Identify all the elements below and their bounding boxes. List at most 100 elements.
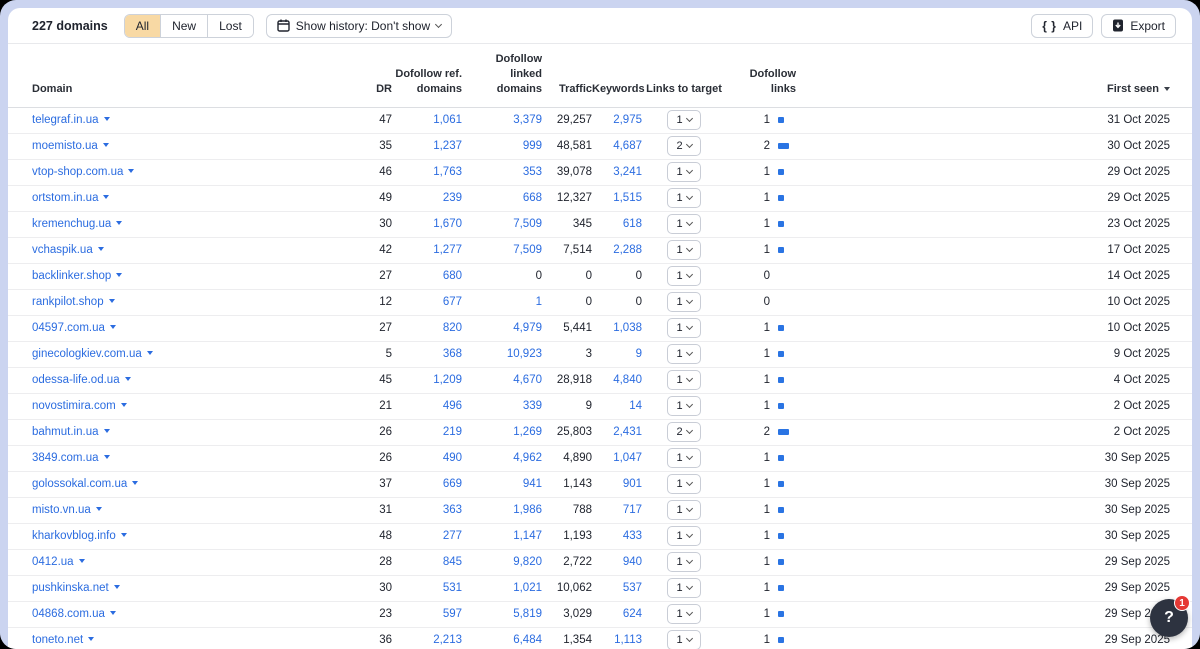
domain-link[interactable]: kharkovblog.info <box>32 530 116 542</box>
links-count-select[interactable]: 1 <box>667 474 701 494</box>
links-count-select[interactable]: 1 <box>667 578 701 598</box>
dofollow-ref-domains-link[interactable]: 669 <box>443 478 462 490</box>
links-count-select[interactable]: 1 <box>667 370 701 390</box>
domain-link[interactable]: 0412.ua <box>32 556 74 568</box>
keywords-link[interactable]: 940 <box>623 556 642 568</box>
domain-caret-icon[interactable] <box>98 247 104 251</box>
dofollow-ref-domains-link[interactable]: 496 <box>443 400 462 412</box>
domain-caret-icon[interactable] <box>109 299 115 303</box>
filter-all-button[interactable]: All <box>125 15 160 37</box>
domain-link[interactable]: kremenchug.ua <box>32 218 111 230</box>
keywords-link[interactable]: 1,113 <box>614 634 642 646</box>
domain-caret-icon[interactable] <box>121 403 127 407</box>
domain-caret-icon[interactable] <box>125 377 131 381</box>
keywords-link[interactable]: 4,687 <box>613 140 642 152</box>
domain-link[interactable]: pushkinska.net <box>32 582 109 594</box>
dofollow-ref-domains-link[interactable]: 597 <box>443 608 462 620</box>
domain-caret-icon[interactable] <box>128 169 134 173</box>
dofollow-ref-domains-link[interactable]: 677 <box>443 296 462 308</box>
links-count-select[interactable]: 1 <box>667 344 701 364</box>
domain-link[interactable]: odessa-life.od.ua <box>32 374 120 386</box>
links-count-select[interactable]: 1 <box>667 266 701 286</box>
keywords-link[interactable]: 1,047 <box>613 452 642 464</box>
domain-link[interactable]: novostimira.com <box>32 400 116 412</box>
dofollow-ref-domains-link[interactable]: 845 <box>443 556 462 568</box>
dofollow-linked-domains-link[interactable]: 1 <box>536 296 542 308</box>
dofollow-linked-domains-link[interactable]: 5,819 <box>513 608 542 620</box>
links-count-select[interactable]: 1 <box>667 292 701 312</box>
dofollow-ref-domains-link[interactable]: 1,763 <box>433 166 462 178</box>
keywords-link[interactable]: 2,288 <box>613 244 642 256</box>
domain-caret-icon[interactable] <box>103 143 109 147</box>
col-header-dofollow-linked-domains[interactable]: Dofollow linked domains <box>462 44 542 107</box>
links-count-select[interactable]: 1 <box>667 500 701 520</box>
dofollow-ref-domains-link[interactable]: 820 <box>443 322 462 334</box>
dofollow-ref-domains-link[interactable]: 1,277 <box>433 244 462 256</box>
keywords-link[interactable]: 717 <box>623 504 642 516</box>
dofollow-ref-domains-link[interactable]: 219 <box>443 426 462 438</box>
filter-lost-button[interactable]: Lost <box>207 15 253 37</box>
links-count-select[interactable]: 1 <box>667 240 701 260</box>
dofollow-linked-domains-link[interactable]: 1,147 <box>513 530 542 542</box>
dofollow-ref-domains-link[interactable]: 1,237 <box>433 140 462 152</box>
dofollow-ref-domains-link[interactable]: 239 <box>443 192 462 204</box>
dofollow-ref-domains-link[interactable]: 1,670 <box>433 218 462 230</box>
dofollow-linked-domains-link[interactable]: 4,670 <box>513 374 542 386</box>
keywords-link[interactable]: 3,241 <box>613 166 642 178</box>
dofollow-ref-domains-link[interactable]: 490 <box>443 452 462 464</box>
keywords-link[interactable]: 537 <box>623 582 642 594</box>
links-count-select[interactable]: 1 <box>667 552 701 572</box>
domain-caret-icon[interactable] <box>110 325 116 329</box>
dofollow-linked-domains-link[interactable]: 339 <box>523 400 542 412</box>
help-button[interactable]: ? 1 <box>1150 599 1188 637</box>
keywords-link[interactable]: 9 <box>636 348 642 360</box>
dofollow-linked-domains-link[interactable]: 353 <box>523 166 542 178</box>
domain-link[interactable]: ginecologkiev.com.ua <box>32 348 142 360</box>
dofollow-ref-domains-link[interactable]: 531 <box>443 582 462 594</box>
domain-link[interactable]: backlinker.shop <box>32 270 111 282</box>
links-count-select[interactable]: 1 <box>667 318 701 338</box>
keywords-link[interactable]: 4,840 <box>613 374 642 386</box>
col-header-dofollow-ref-domains[interactable]: Dofollow ref. domains <box>392 44 462 107</box>
domain-caret-icon[interactable] <box>88 637 94 641</box>
dofollow-linked-domains-link[interactable]: 1,986 <box>513 504 542 516</box>
domain-link[interactable]: rankpilot.shop <box>32 296 104 308</box>
domain-caret-icon[interactable] <box>104 117 110 121</box>
dofollow-linked-domains-link[interactable]: 9,820 <box>513 556 542 568</box>
col-header-dofollow-links[interactable]: Dofollow links <box>726 44 796 107</box>
filter-new-button[interactable]: New <box>160 15 207 37</box>
keywords-link[interactable]: 624 <box>623 608 642 620</box>
keywords-link[interactable]: 433 <box>623 530 642 542</box>
keywords-link[interactable]: 901 <box>623 478 642 490</box>
col-header-traffic[interactable]: Traffic <box>542 44 592 107</box>
show-history-dropdown[interactable]: Show history: Don't show <box>266 14 452 38</box>
links-count-select[interactable]: 1 <box>667 188 701 208</box>
domain-link[interactable]: telegraf.in.ua <box>32 114 99 126</box>
dofollow-ref-domains-link[interactable]: 680 <box>443 270 462 282</box>
domain-caret-icon[interactable] <box>104 455 110 459</box>
domain-link[interactable]: ortstom.in.ua <box>32 192 98 204</box>
domain-caret-icon[interactable] <box>114 585 120 589</box>
domain-link[interactable]: vtop-shop.com.ua <box>32 166 123 178</box>
export-button[interactable]: Export <box>1101 14 1176 38</box>
col-header-keywords[interactable]: Keywords <box>592 44 642 107</box>
col-header-dr[interactable]: DR <box>348 44 392 107</box>
domain-caret-icon[interactable] <box>116 221 122 225</box>
dofollow-linked-domains-link[interactable]: 668 <box>523 192 542 204</box>
domain-link[interactable]: 04868.com.ua <box>32 608 105 620</box>
dofollow-linked-domains-link[interactable]: 3,379 <box>513 114 542 126</box>
dofollow-ref-domains-link[interactable]: 1,209 <box>433 374 462 386</box>
links-count-select[interactable]: 1 <box>667 214 701 234</box>
links-count-select[interactable]: 1 <box>667 162 701 182</box>
dofollow-linked-domains-link[interactable]: 7,509 <box>513 244 542 256</box>
domain-link[interactable]: misto.vn.ua <box>32 504 91 516</box>
links-count-select[interactable]: 2 <box>667 136 701 156</box>
dofollow-linked-domains-link[interactable]: 4,962 <box>513 452 542 464</box>
col-header-domain[interactable]: Domain <box>8 44 348 107</box>
domain-link[interactable]: golossokal.com.ua <box>32 478 127 490</box>
domain-caret-icon[interactable] <box>121 533 127 537</box>
links-count-select[interactable]: 2 <box>667 422 701 442</box>
dofollow-ref-domains-link[interactable]: 368 <box>443 348 462 360</box>
domain-caret-icon[interactable] <box>104 429 110 433</box>
domain-caret-icon[interactable] <box>116 273 122 277</box>
